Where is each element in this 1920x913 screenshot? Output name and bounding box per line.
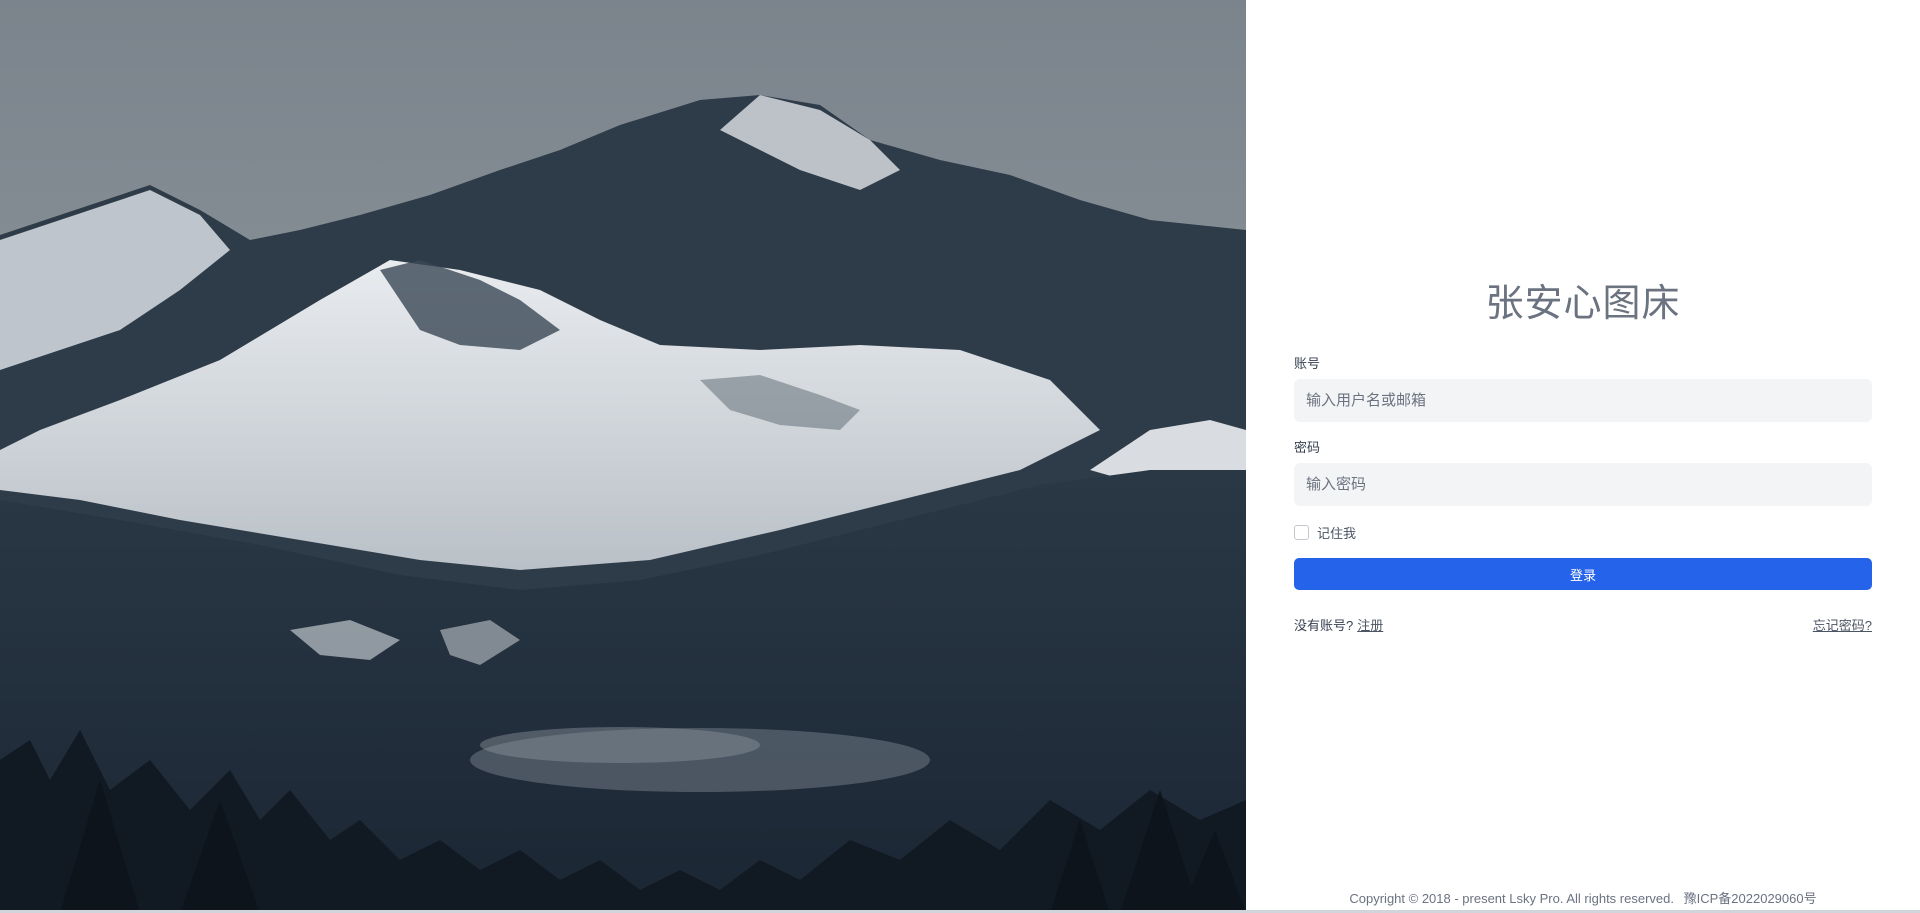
password-label: 密码 bbox=[1294, 440, 1321, 455]
remember-me-label[interactable]: 记住我 bbox=[1317, 523, 1356, 542]
no-account-text: 没有账号? bbox=[1294, 618, 1354, 633]
icp-link[interactable]: 豫ICP备2022029060号 bbox=[1684, 891, 1817, 906]
remember-me-row: 记住我 bbox=[1294, 523, 1872, 542]
account-input[interactable] bbox=[1294, 379, 1872, 422]
mountain-landscape-image bbox=[0, 0, 1246, 913]
register-link[interactable]: 注册 bbox=[1357, 615, 1383, 634]
login-panel: 张安心图床 账号 密码 记住我 登录 没有账号? 注册 忘记密码? Copyri… bbox=[1246, 0, 1920, 913]
copyright-text: Copyright © 2018 - present Lsky Pro. All… bbox=[1349, 891, 1674, 906]
password-field-group: 密码 bbox=[1294, 437, 1872, 506]
account-label: 账号 bbox=[1294, 356, 1321, 371]
forgot-password-link[interactable]: 忘记密码? bbox=[1813, 615, 1872, 634]
login-button[interactable]: 登录 bbox=[1294, 558, 1872, 590]
account-field-group: 账号 bbox=[1294, 353, 1872, 422]
hero-image bbox=[0, 0, 1246, 913]
register-prompt: 没有账号? 注册 bbox=[1294, 615, 1383, 634]
site-title: 张安心图床 bbox=[1485, 283, 1681, 325]
page-footer: Copyright © 2018 - present Lsky Pro. All… bbox=[1246, 888, 1920, 907]
remember-me-checkbox[interactable] bbox=[1294, 525, 1309, 540]
password-input[interactable] bbox=[1294, 463, 1872, 506]
auth-links: 没有账号? 注册 忘记密码? bbox=[1294, 615, 1872, 634]
login-form: 张安心图床 账号 密码 记住我 登录 没有账号? 注册 忘记密码? bbox=[1294, 272, 1872, 634]
